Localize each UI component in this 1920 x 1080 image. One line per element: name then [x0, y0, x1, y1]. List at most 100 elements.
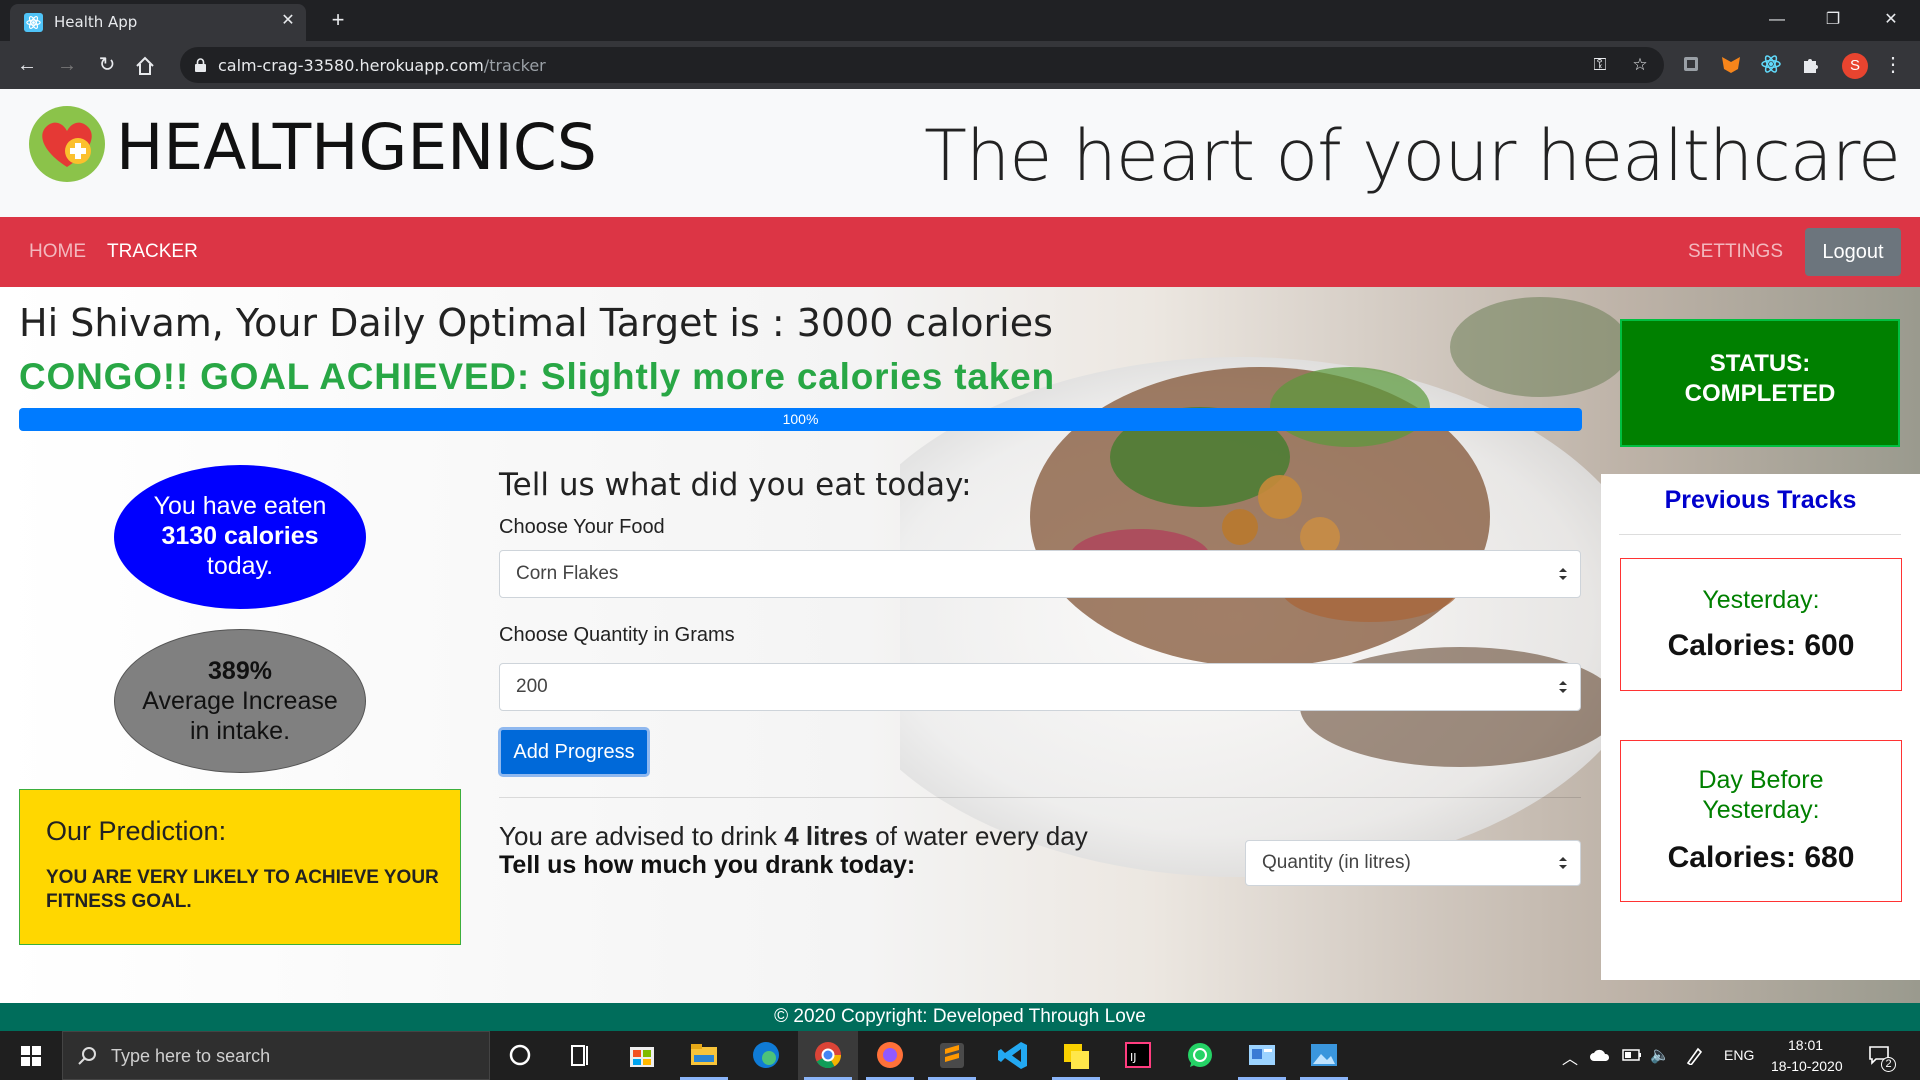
food-select[interactable]: Corn Flakes: [499, 550, 1581, 598]
tracks-divider: [1619, 534, 1901, 535]
sticky-notes-icon[interactable]: [1046, 1031, 1106, 1080]
calorie-progress-bar: 100%: [19, 408, 1582, 431]
water-quantity-select[interactable]: Quantity (in litres): [1245, 840, 1581, 886]
search-icon: [78, 1047, 96, 1065]
task-view-icon[interactable]: [550, 1031, 610, 1080]
food-form-title: Tell us what did you eat today:: [499, 467, 972, 503]
yesterday-calories: Calories: 600: [1667, 629, 1855, 662]
react-icon: [24, 13, 43, 32]
water-suffix: of water every day: [868, 821, 1088, 851]
intellij-icon[interactable]: IJ: [1108, 1031, 1168, 1080]
web-page: HEALTHGENICS The heart of your healthcar…: [0, 89, 1920, 1031]
forward-icon[interactable]: →: [54, 53, 80, 79]
home-icon[interactable]: [134, 55, 156, 77]
restore-icon[interactable]: ❐: [1818, 6, 1848, 34]
water-select-placeholder: Quantity (in litres): [1262, 852, 1411, 873]
star-icon[interactable]: ☆: [1630, 55, 1650, 75]
metamask-icon[interactable]: [1720, 53, 1742, 75]
close-window-icon[interactable]: ✕: [1876, 6, 1906, 34]
water-advice: You are advised to drink 4 litres of wat…: [499, 821, 1088, 852]
file-explorer-icon[interactable]: [674, 1031, 734, 1080]
language-indicator[interactable]: ENG: [1724, 1047, 1754, 1063]
daybefore-calories: Calories: 680: [1667, 841, 1855, 874]
previous-tracks-panel: Previous Tracks Yesterday: Calories: 600…: [1601, 474, 1920, 980]
tab-title: Health App: [54, 13, 138, 31]
notification-count: 2: [1881, 1057, 1896, 1072]
status-value: COMPLETED: [1684, 380, 1836, 407]
logout-button[interactable]: Logout: [1805, 228, 1901, 276]
clock-time[interactable]: 18:01: [1788, 1037, 1823, 1053]
reload-icon[interactable]: ↻: [94, 53, 120, 79]
pen-icon[interactable]: [1684, 1045, 1706, 1065]
battery-icon[interactable]: [1622, 1049, 1642, 1061]
windows-start-icon[interactable]: [0, 1031, 62, 1080]
sublime-text-icon[interactable]: [922, 1031, 982, 1080]
control-panel-icon[interactable]: [1232, 1031, 1292, 1080]
address-bar[interactable]: calm-crag-33580.herokuapp.com/tracker ⚿ …: [180, 47, 1664, 83]
eaten-line1: You have eaten: [153, 492, 327, 520]
extension-icon[interactable]: [1680, 53, 1702, 75]
nav-home[interactable]: HOME: [29, 241, 86, 263]
store-icon[interactable]: [612, 1031, 672, 1080]
tray-chevron-icon[interactable]: ︿: [1562, 1045, 1578, 1069]
whatsapp-icon[interactable]: [1170, 1031, 1230, 1080]
clock-date[interactable]: 18-10-2020: [1771, 1058, 1843, 1074]
nav-tracker[interactable]: TRACKER: [107, 241, 198, 263]
volume-icon[interactable]: 🔈: [1650, 1045, 1670, 1065]
vscode-icon[interactable]: [984, 1031, 1044, 1080]
browser-tab[interactable]: Health App ✕: [10, 4, 306, 41]
minimize-icon[interactable]: —: [1762, 6, 1792, 34]
form-divider: [499, 797, 1581, 798]
progress-fill: 100%: [19, 408, 1582, 431]
add-progress-button[interactable]: Add Progress: [498, 727, 650, 777]
main-navbar: HOME TRACKER SETTINGS Logout: [0, 217, 1920, 287]
photos-icon[interactable]: [1294, 1031, 1354, 1080]
react-devtools-icon[interactable]: [1760, 53, 1782, 75]
url-text: calm-crag-33580.herokuapp.com/tracker: [218, 56, 546, 75]
chrome-icon[interactable]: [798, 1031, 858, 1080]
cortana-icon[interactable]: [490, 1031, 550, 1080]
quantity-select[interactable]: 200: [499, 663, 1581, 711]
chrome-logo-icon: [815, 1042, 842, 1069]
status-label: STATUS:: [1709, 350, 1811, 377]
windows-taskbar: Type here to search IJ ︿ 🔈 ENG 18:01 18-…: [0, 1031, 1920, 1080]
prediction-text: YOU ARE VERY LIKELY TO ACHIEVE YOUR FITN…: [46, 867, 439, 912]
brand-name[interactable]: HEALTHGENICS: [116, 111, 597, 184]
eaten-line2: 3130 calories: [161, 522, 319, 550]
svg-text:IJ: IJ: [1130, 1051, 1137, 1064]
url-path: /tracker: [483, 56, 546, 75]
track-card-yesterday: Yesterday: Calories: 600: [1620, 558, 1902, 691]
prediction-card: Our Prediction: YOU ARE VERY LIKELY TO A…: [19, 789, 461, 945]
back-icon[interactable]: ←: [14, 53, 40, 79]
lock-icon: [195, 58, 206, 72]
select-caret-icon: [1559, 681, 1567, 693]
puzzle-icon[interactable]: [1800, 53, 1822, 75]
firefox-icon[interactable]: [860, 1031, 920, 1080]
site-footer: © 2020 Copyright: Developed Through Love: [0, 1003, 1920, 1031]
tracker-content: Hi Shivam, Your Daily Optimal Target is …: [0, 287, 1920, 1003]
yesterday-label: Yesterday:: [1702, 586, 1820, 614]
prediction-title: Our Prediction:: [46, 816, 227, 846]
tab-close-icon[interactable]: ✕: [278, 11, 298, 31]
quantity-label: Choose Quantity in Grams: [499, 624, 735, 646]
browser-titlebar: Health App ✕ + — ❐ ✕: [0, 0, 1920, 41]
average-increase-bubble: 389% Average Increase in intake.: [114, 629, 366, 773]
water-prefix: You are advised to drink: [499, 821, 785, 851]
nav-settings[interactable]: SETTINGS: [1688, 241, 1783, 263]
new-tab-icon[interactable]: +: [326, 9, 350, 33]
key-icon[interactable]: ⚿: [1590, 55, 1610, 75]
food-label: Choose Your Food: [499, 516, 665, 538]
taskbar-search-box[interactable]: Type here to search: [62, 1031, 490, 1080]
profile-avatar[interactable]: S: [1842, 53, 1868, 79]
daily-target-greeting: Hi Shivam, Your Daily Optimal Target is …: [19, 301, 1053, 345]
site-header: HEALTHGENICS The heart of your healthcar…: [0, 89, 1920, 217]
calories-eaten-bubble: You have eaten 3130 calories today.: [114, 465, 366, 609]
daybefore-line2: Yesterday:: [1702, 796, 1820, 824]
edge-icon[interactable]: [736, 1031, 796, 1080]
onedrive-icon[interactable]: [1589, 1047, 1611, 1063]
food-select-value: Corn Flakes: [516, 563, 619, 584]
avg-line2: Average Increase: [142, 687, 338, 715]
search-placeholder: Type here to search: [111, 1046, 271, 1066]
browser-toolbar: ← → ↻ calm-crag-33580.herokuapp.com/trac…: [0, 41, 1920, 89]
menu-dots-icon[interactable]: ⋮: [1880, 53, 1906, 79]
